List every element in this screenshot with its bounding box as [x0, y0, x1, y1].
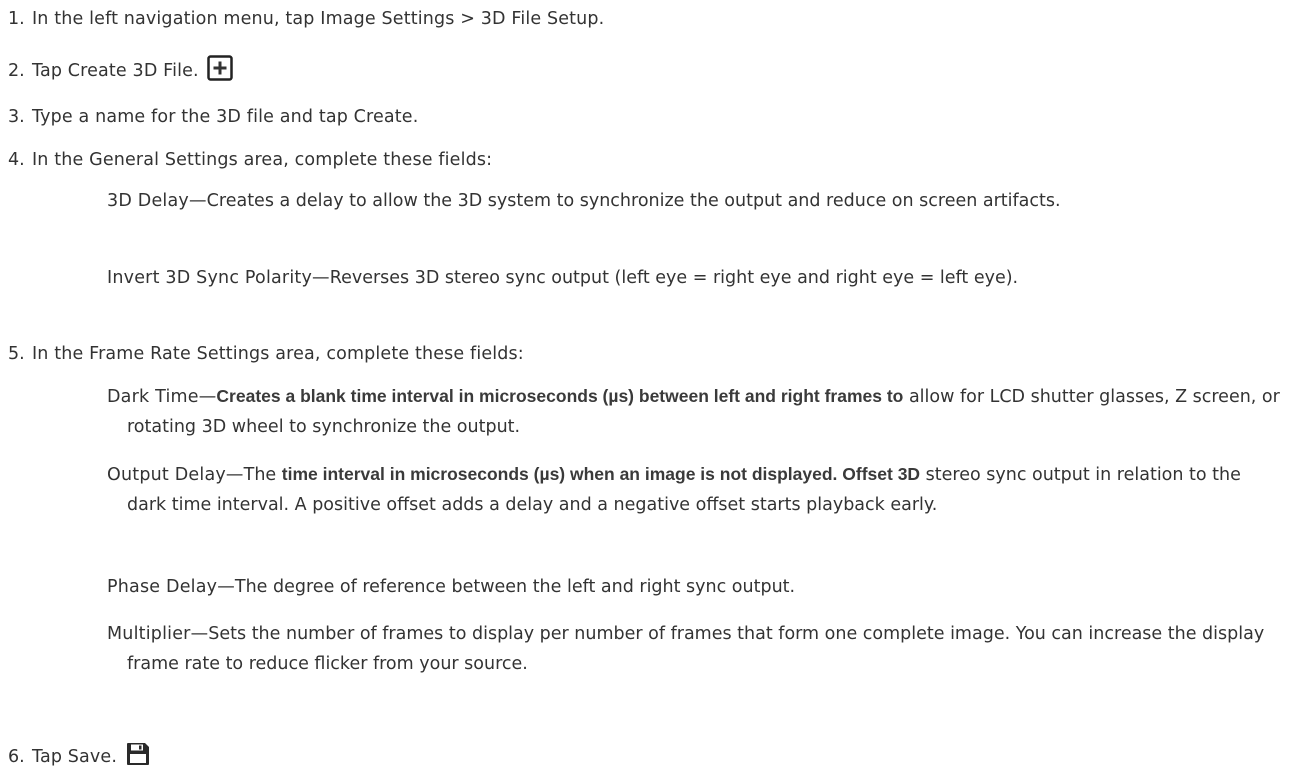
field-term: Dark Time— — [107, 387, 217, 407]
field-term: 3D Delay— — [107, 191, 207, 211]
save-icon — [125, 741, 151, 773]
step-text: Tap Create 3D File. — [32, 61, 199, 81]
step-6: 6. Tap Save. — [8, 741, 1296, 773]
field-description-bold: time interval in microseconds (µs) when … — [281, 464, 921, 484]
step-1: 1. In the left navigation menu, tap Imag… — [8, 8, 1296, 30]
field-dark-time: Dark Time—Creates a blank time interval … — [107, 381, 1284, 442]
step-number: 6. — [8, 747, 25, 767]
field-term: Invert 3D Sync Polarity— — [107, 268, 330, 288]
step-text: In the left navigation menu, tap Image S… — [32, 9, 605, 29]
field-term: Multiplier— — [107, 624, 209, 644]
field-description-bold: Creates a blank time interval in microse… — [216, 386, 904, 406]
step-number: 3. — [8, 107, 25, 127]
field-multiplier: Multiplier—Sets the number of frames to … — [107, 619, 1284, 679]
plus-icon — [207, 55, 233, 87]
step-4: 4. In the General Settings area, complet… — [8, 149, 1296, 171]
field-invert-3d-sync-polarity: Invert 3D Sync Polarity—Reverses 3D ster… — [107, 263, 1284, 293]
field-description: Reverses 3D stereo sync output (left eye… — [329, 268, 1019, 288]
field-description: The degree of reference between the left… — [234, 577, 796, 597]
field-description-lead: The — [243, 465, 282, 485]
step-text: In the Frame Rate Settings area, complet… — [32, 344, 524, 364]
step-text: In the General Settings area, complete t… — [32, 150, 493, 170]
step-3: 3. Type a name for the 3D file and tap C… — [8, 106, 1296, 128]
field-phase-delay: Phase Delay—The degree of reference betw… — [107, 572, 1284, 602]
field-3d-delay: 3D Delay—Creates a delay to allow the 3D… — [107, 186, 1284, 216]
step-text: Type a name for the 3D file and tap Crea… — [32, 107, 419, 127]
step-number: 5. — [8, 344, 25, 364]
field-term: Output Delay— — [107, 465, 244, 485]
step-number: 2. — [8, 61, 25, 81]
step-text: Tap Save. — [32, 747, 118, 767]
field-term: Phase Delay— — [107, 577, 235, 597]
field-description: Sets the number of frames to display per… — [127, 624, 1265, 674]
field-output-delay: Output Delay—The time interval in micros… — [107, 459, 1284, 520]
step-2: 2. Tap Create 3D File. — [8, 55, 1296, 87]
step-number: 1. — [8, 9, 25, 29]
field-description: Creates a delay to allow the 3D system t… — [206, 191, 1061, 211]
step-number: 4. — [8, 150, 25, 170]
step-5: 5. In the Frame Rate Settings area, comp… — [8, 343, 1296, 365]
